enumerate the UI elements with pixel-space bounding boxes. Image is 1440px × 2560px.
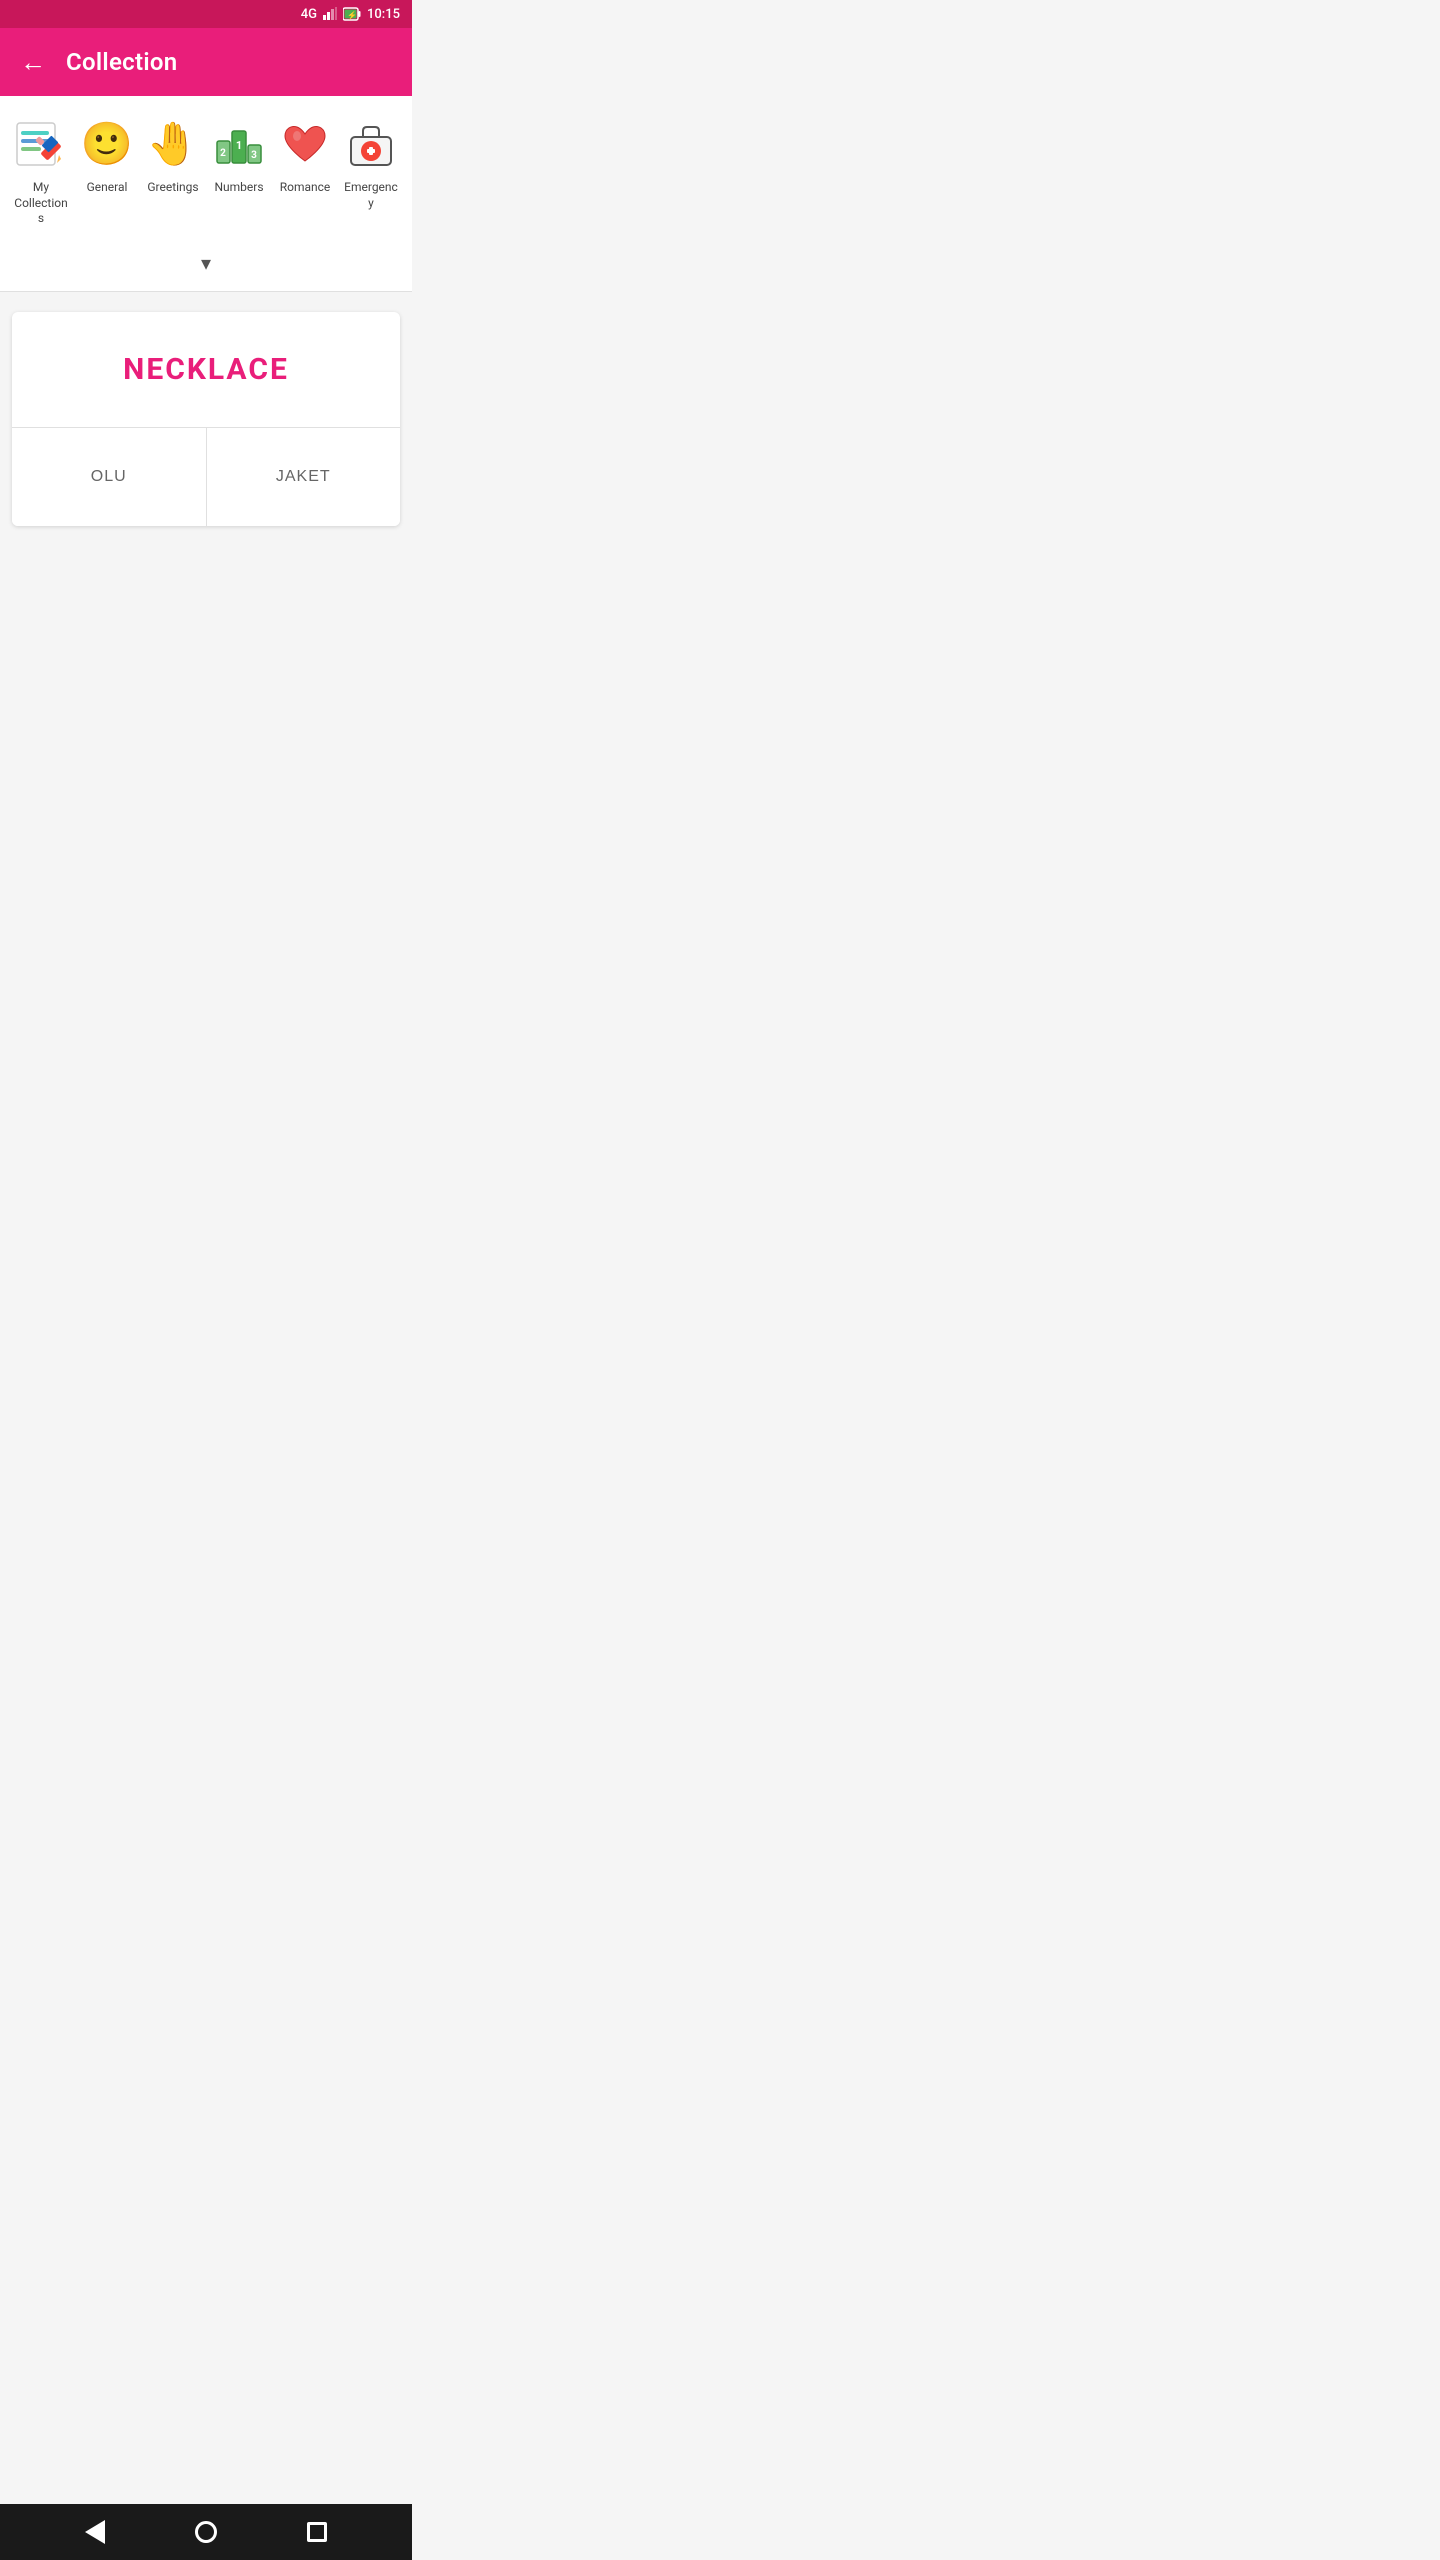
numbers-icon: 2 1 3 <box>210 116 268 174</box>
category-numbers[interactable]: 2 1 3 Numbers <box>206 112 272 204</box>
greetings-icon: 🤚 <box>144 116 202 174</box>
battery-icon: ⚡ <box>343 7 361 21</box>
nav-back-button[interactable] <box>85 2520 105 2544</box>
expand-categories-row[interactable]: ▾ <box>0 243 412 292</box>
svg-text:2: 2 <box>220 148 226 159</box>
signal-icon <box>323 7 337 21</box>
answer-option-2[interactable]: JAKET <box>207 428 401 526</box>
card-answers: OLU JAKET <box>12 428 400 526</box>
svg-text:3: 3 <box>251 150 257 161</box>
nav-bar <box>0 2504 412 2560</box>
nav-home-icon <box>195 2521 217 2543</box>
svg-text:⚡: ⚡ <box>347 10 357 20</box>
category-emergency[interactable]: Emergency <box>338 112 404 219</box>
nav-home-button[interactable] <box>195 2521 217 2543</box>
category-my-collections[interactable]: My Collections <box>8 112 74 235</box>
card-header: NECKLACE <box>12 312 400 428</box>
app-bar: ← Collection <box>0 28 412 96</box>
nav-back-icon <box>85 2520 105 2544</box>
category-greetings-label: Greetings <box>147 180 198 196</box>
category-general-label: General <box>87 180 128 196</box>
category-greetings[interactable]: 🤚 Greetings <box>140 112 206 204</box>
romance-icon <box>276 116 334 174</box>
main-content: NECKLACE OLU JAKET <box>0 292 412 2504</box>
category-emergency-label: Emergency <box>342 180 400 211</box>
card-word: NECKLACE <box>123 352 289 387</box>
category-row: My Collections 🙂 General 🤚 Greetings 2 1… <box>0 96 412 243</box>
flashcard: NECKLACE OLU JAKET <box>12 312 400 526</box>
answer-option-1[interactable]: OLU <box>12 428 207 526</box>
nav-recent-icon <box>307 2522 327 2542</box>
general-icon: 🙂 <box>78 116 136 174</box>
emergency-icon <box>342 116 400 174</box>
category-my-collections-label: My Collections <box>12 180 70 227</box>
back-button[interactable]: ← <box>16 45 50 79</box>
signal-indicator: 4G <box>301 7 317 22</box>
svg-text:1: 1 <box>236 139 242 152</box>
my-collections-icon <box>12 116 70 174</box>
status-bar: 4G ⚡ 10:15 <box>0 0 412 28</box>
category-romance[interactable]: Romance <box>272 112 338 204</box>
nav-recent-button[interactable] <box>307 2522 327 2542</box>
category-general[interactable]: 🙂 General <box>74 112 140 204</box>
category-numbers-label: Numbers <box>214 180 263 196</box>
chevron-down-icon[interactable]: ▾ <box>201 251 211 275</box>
time-display: 10:15 <box>367 7 400 22</box>
page-title: Collection <box>66 48 177 76</box>
category-romance-label: Romance <box>280 180 331 196</box>
